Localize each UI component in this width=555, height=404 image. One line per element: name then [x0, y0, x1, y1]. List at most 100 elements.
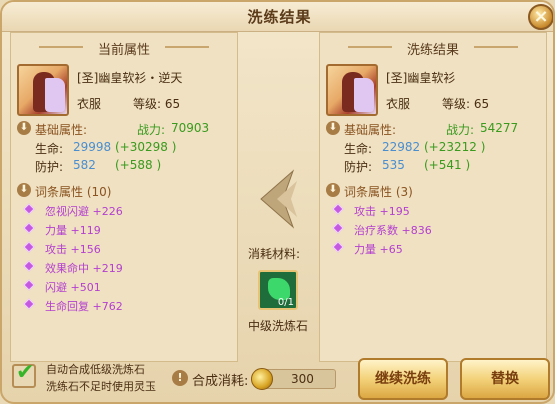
list-item: 力量 +65: [320, 239, 546, 258]
attr-text: 治疗系数 +836: [354, 224, 432, 237]
cape-shape: [45, 78, 65, 112]
power-value: 54277: [480, 121, 519, 135]
option-text-line2: 洗练石不足时使用灵玉: [46, 380, 156, 393]
list-item: 闪避 +501: [11, 277, 237, 296]
base-attr-label: 基础属性:: [35, 123, 88, 137]
list-item: 生命回复 +762: [11, 296, 237, 315]
stat-base: 29998: [73, 140, 112, 154]
item-name: [圣]幽皇软衫: [386, 71, 456, 85]
item-name: [圣]幽皇软衫・逆天: [77, 71, 183, 85]
header-decoration: [39, 46, 83, 48]
entry-attr-icon: ⬇: [17, 183, 31, 197]
item-type: 衣服: [386, 97, 411, 111]
result-attributes-panel: 洗练结果 [圣]幽皇软衫 衣服 等级: 65 ⬇ 基础属性: 战力: 54277…: [319, 32, 547, 362]
base-attributes-header: ⬇ 基础属性: 战力: 70903: [11, 119, 237, 139]
panel-header: 洗练结果: [320, 33, 546, 61]
power-label: 战力:: [137, 123, 166, 137]
item-portrait-icon[interactable]: [17, 64, 69, 116]
diamond-icon: [332, 241, 344, 253]
item-type: 衣服: [77, 97, 102, 111]
stat-label: 防护:: [35, 160, 64, 174]
stat-base: 22982: [382, 140, 421, 154]
item-info: [圣]幽皇软衫 衣服 等级: 65: [320, 61, 546, 119]
power-label: 战力:: [446, 123, 475, 137]
entry-attributes-header: ⬇ 词条属性 (10): [11, 181, 237, 201]
stat-label: 防护:: [344, 160, 373, 174]
stat-base: 582: [73, 158, 96, 172]
attr-text: 闪避 +501: [45, 281, 101, 294]
dialog-title: 洗练结果: [247, 8, 312, 26]
base-attributes-header: ⬇ 基础属性: 战力: 54277: [320, 119, 546, 139]
attr-text: 效果命中 +219: [45, 262, 123, 275]
panel-title: 当前属性: [97, 43, 150, 58]
panel-header: 当前属性: [11, 33, 237, 61]
attr-text: 攻击 +195: [354, 205, 410, 218]
cost-box: 300: [251, 368, 336, 390]
stat-bonus: (+30298 ): [115, 140, 177, 154]
header-decoration: [165, 46, 209, 48]
dialog-frame: 洗练结果 × 当前属性 [圣]幽皇软衫・逆天 衣服 等级: 65 ⬇ 基础属性:…: [0, 0, 555, 404]
header-decoration: [348, 46, 392, 48]
stat-label: 生命:: [35, 142, 64, 156]
check-icon: ✔: [16, 360, 35, 385]
diamond-icon: [23, 222, 35, 234]
arrow-left-icon: [260, 169, 297, 229]
entry-attribute-list[interactable]: 忽视闪避 +226 力量 +119 攻击 +156 效果命中 +219 闪避 +…: [11, 201, 237, 315]
diamond-icon: [23, 298, 35, 310]
item-portrait-icon[interactable]: [326, 64, 378, 116]
attr-text: 力量 +119: [45, 224, 101, 237]
entry-attr-icon: ⬇: [326, 183, 340, 197]
diamond-icon: [332, 222, 344, 234]
stat-row: 防护: 582 (+588 ): [11, 157, 237, 175]
attr-text: 力量 +65: [354, 243, 403, 256]
continue-wash-button[interactable]: 继续洗练: [358, 358, 448, 400]
auto-synthesize-checkbox[interactable]: ✔: [12, 360, 36, 388]
coin-icon: [251, 368, 273, 390]
option-text-line1: 自动合成低级洗炼石: [46, 363, 145, 376]
cape-shape: [354, 78, 374, 112]
list-item: 治疗系数 +836: [320, 220, 546, 239]
stat-row: 生命: 22982 (+23212 ): [320, 139, 546, 157]
replace-button[interactable]: 替换: [460, 358, 550, 400]
material-label: 消耗材料:: [248, 247, 301, 261]
base-attr-label: 基础属性:: [344, 123, 397, 137]
header-decoration: [474, 46, 518, 48]
item-info: [圣]幽皇软衫・逆天 衣服 等级: 65: [11, 61, 237, 119]
material-count: 0/1: [277, 297, 294, 308]
list-item: 忽视闪避 +226: [11, 201, 237, 220]
item-level: 等级: 65: [442, 97, 490, 111]
list-item: 效果命中 +219: [11, 258, 237, 277]
cost-value: 300: [291, 372, 314, 386]
stat-label: 生命:: [344, 142, 373, 156]
power-value: 70903: [171, 121, 210, 135]
entry-attr-label: 词条属性 (10): [35, 185, 112, 199]
list-item: 攻击 +195: [320, 201, 546, 220]
title-bar: 洗练结果 ×: [2, 2, 553, 32]
entry-attribute-list[interactable]: 攻击 +195 治疗系数 +836 力量 +65: [320, 201, 546, 258]
attr-text: 攻击 +156: [45, 243, 101, 256]
stat-row: 生命: 29998 (+30298 ): [11, 139, 237, 157]
material-slot[interactable]: 0/1: [258, 270, 298, 310]
stat-bonus: (+541 ): [424, 158, 471, 172]
stat-base: 535: [382, 158, 405, 172]
diamond-icon: [23, 279, 35, 291]
panel-title: 洗练结果: [406, 43, 459, 58]
base-attr-icon: ⬇: [326, 121, 340, 135]
bottom-bar: ✔ 自动合成低级洗炼石 洗练石不足时使用灵玉 ! 合成消耗: 300 继续洗练 …: [2, 356, 553, 402]
diamond-icon: [23, 260, 35, 272]
diamond-icon: [23, 241, 35, 253]
close-button[interactable]: ×: [528, 4, 553, 30]
stat-bonus: (+588 ): [115, 158, 162, 172]
attr-text: 忽视闪避 +226: [45, 205, 123, 218]
current-attributes-panel: 当前属性 [圣]幽皇软衫・逆天 衣服 等级: 65 ⬇ 基础属性: 战力: 70…: [10, 32, 238, 362]
entry-attr-label: 词条属性 (3): [344, 185, 413, 199]
attr-text: 生命回复 +762: [45, 300, 123, 313]
entry-attributes-header: ⬇ 词条属性 (3): [320, 181, 546, 201]
material-name: 中级洗炼石: [248, 319, 309, 333]
stat-row: 防护: 535 (+541 ): [320, 157, 546, 175]
stat-bonus: (+23212 ): [424, 140, 486, 154]
info-icon: !: [172, 370, 188, 386]
list-item: 力量 +119: [11, 220, 237, 239]
diamond-icon: [332, 203, 344, 215]
base-attr-icon: ⬇: [17, 121, 31, 135]
